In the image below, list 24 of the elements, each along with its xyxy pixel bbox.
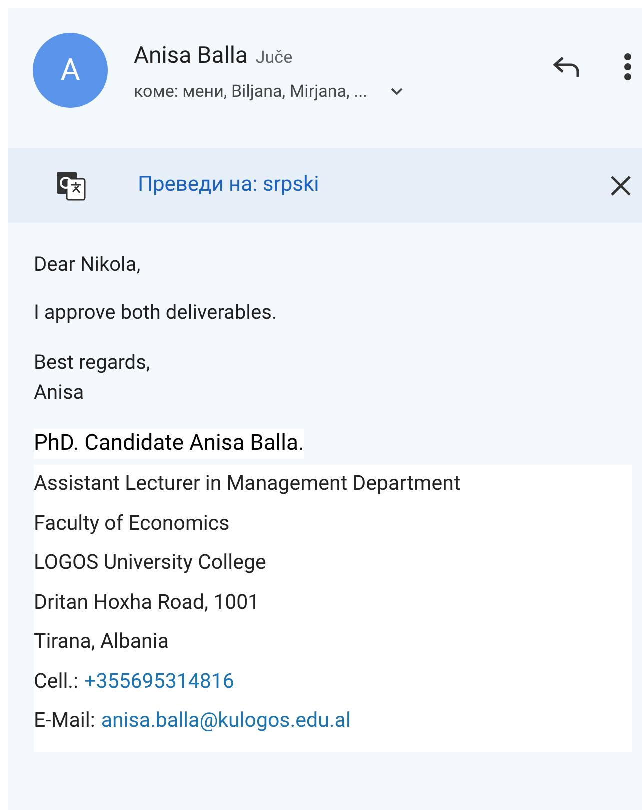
signature-line: Tirana, Albania bbox=[34, 629, 169, 656]
signature-line: LOGOS University College bbox=[34, 550, 266, 578]
recipients: коме: мени, Biljana, Mirjana, ... bbox=[134, 80, 368, 104]
contact-link[interactable]: +355695314816 bbox=[84, 666, 234, 698]
chevron-down-icon[interactable] bbox=[390, 87, 404, 98]
signature-line: Assistant Lecturer in Management Department bbox=[34, 471, 461, 498]
translate-link[interactable]: Преведи на: srpski bbox=[138, 170, 610, 202]
avatar: A bbox=[33, 33, 108, 108]
date: Juče bbox=[256, 47, 293, 70]
more-menu-icon[interactable] bbox=[624, 53, 632, 81]
closing-text: Anisa bbox=[34, 379, 86, 406]
signature-line: Cell.: bbox=[34, 668, 79, 696]
sender-name: Anisa Balla bbox=[134, 41, 248, 71]
body-text: Dear Nikola, bbox=[34, 251, 142, 277]
body-text: I approve both deliverables. bbox=[34, 299, 278, 325]
signature-line: E-Mail: bbox=[34, 708, 96, 736]
translate-icon bbox=[55, 170, 87, 202]
signature-line: Dritan Hoxha Road, 1001 bbox=[34, 590, 260, 617]
reply-icon[interactable] bbox=[552, 55, 582, 79]
close-icon[interactable] bbox=[610, 174, 632, 196]
signature-title: PhD. Candidate Anisa Balla. bbox=[34, 429, 304, 459]
closing-text: Best regards, bbox=[34, 349, 152, 376]
contact-link[interactable]: anisa.balla@kulogos.edu.al bbox=[101, 706, 351, 738]
signature-line: Faculty of Economics bbox=[34, 510, 230, 538]
